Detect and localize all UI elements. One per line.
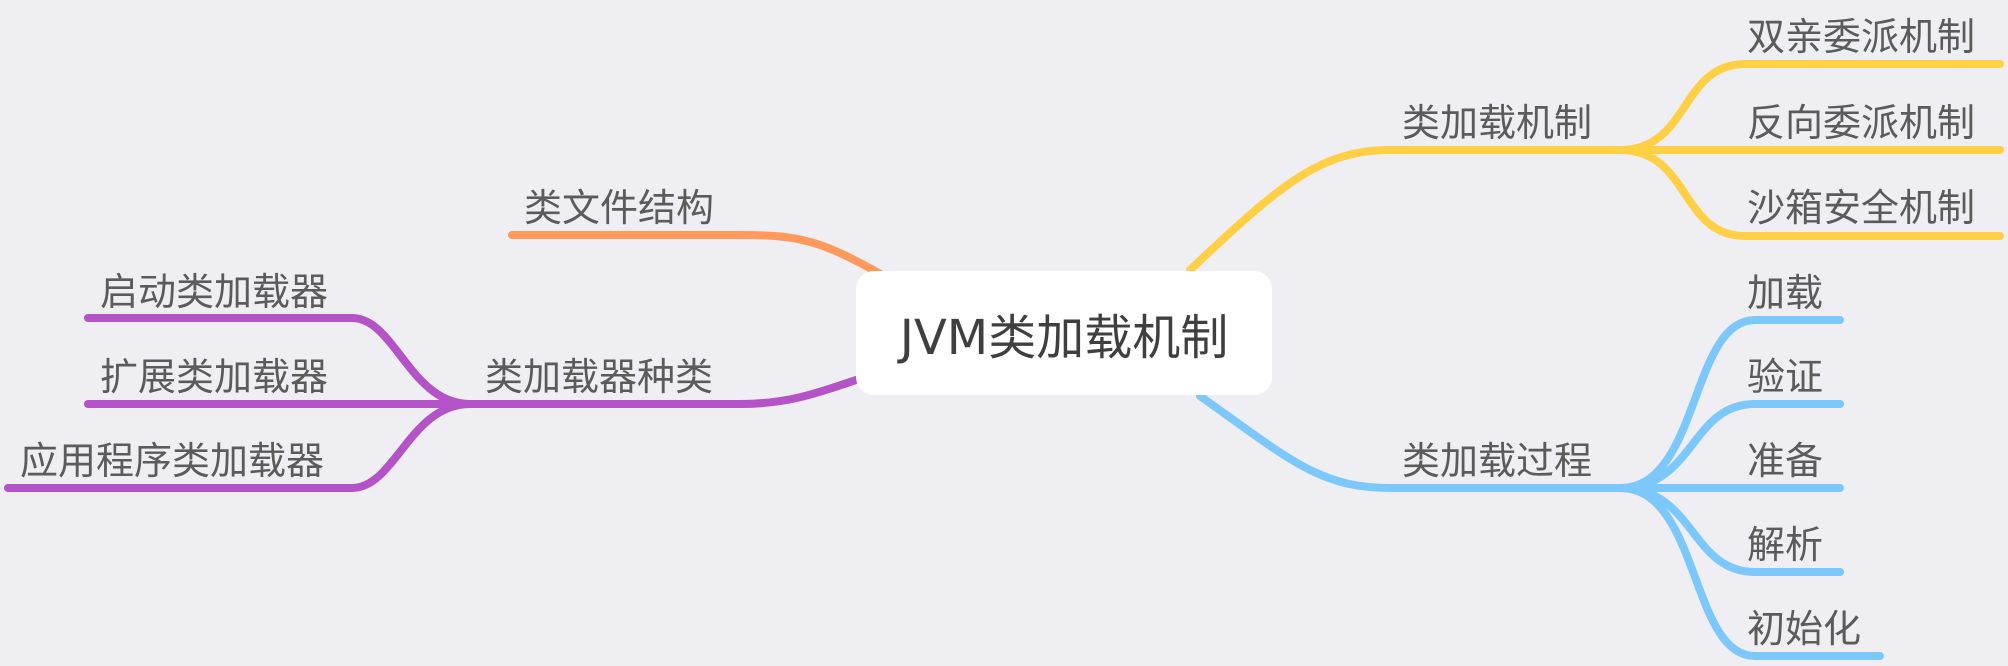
node-proc-loading[interactable]: 加载 (1747, 274, 1823, 312)
node-load-process[interactable]: 类加载过程 (1402, 442, 1592, 480)
node-mech-sandbox[interactable]: 沙箱安全机制 (1747, 189, 1975, 227)
node-proc-resolution[interactable]: 解析 (1747, 526, 1823, 564)
node-proc-preparation[interactable]: 准备 (1747, 442, 1823, 480)
node-class-file[interactable]: 类文件结构 (524, 189, 714, 227)
link-load-mechanism (1186, 146, 1624, 274)
node-proc-initialization[interactable]: 初始化 (1747, 610, 1861, 648)
node-mech-parent-delegation[interactable]: 双亲委派机制 (1747, 18, 1975, 56)
node-loader-types[interactable]: 类加载器种类 (485, 358, 713, 396)
node-load-mechanism[interactable]: 类加载机制 (1402, 104, 1592, 142)
node-mech-reverse-delegation[interactable]: 反向委派机制 (1747, 104, 1975, 142)
root-node[interactable]: JVM类加载机制 (856, 271, 1272, 395)
link-class-file (508, 231, 888, 280)
node-loader-application[interactable]: 应用程序类加载器 (20, 442, 324, 480)
mind-map: JVM类加载机制 类文件结构 类加载器种类 启动类加载器 扩展类加载器 应用程序… (0, 0, 2008, 666)
node-proc-verification[interactable]: 验证 (1747, 358, 1823, 396)
node-loader-bootstrap[interactable]: 启动类加载器 (100, 273, 328, 311)
node-loader-extension[interactable]: 扩展类加载器 (100, 358, 328, 396)
